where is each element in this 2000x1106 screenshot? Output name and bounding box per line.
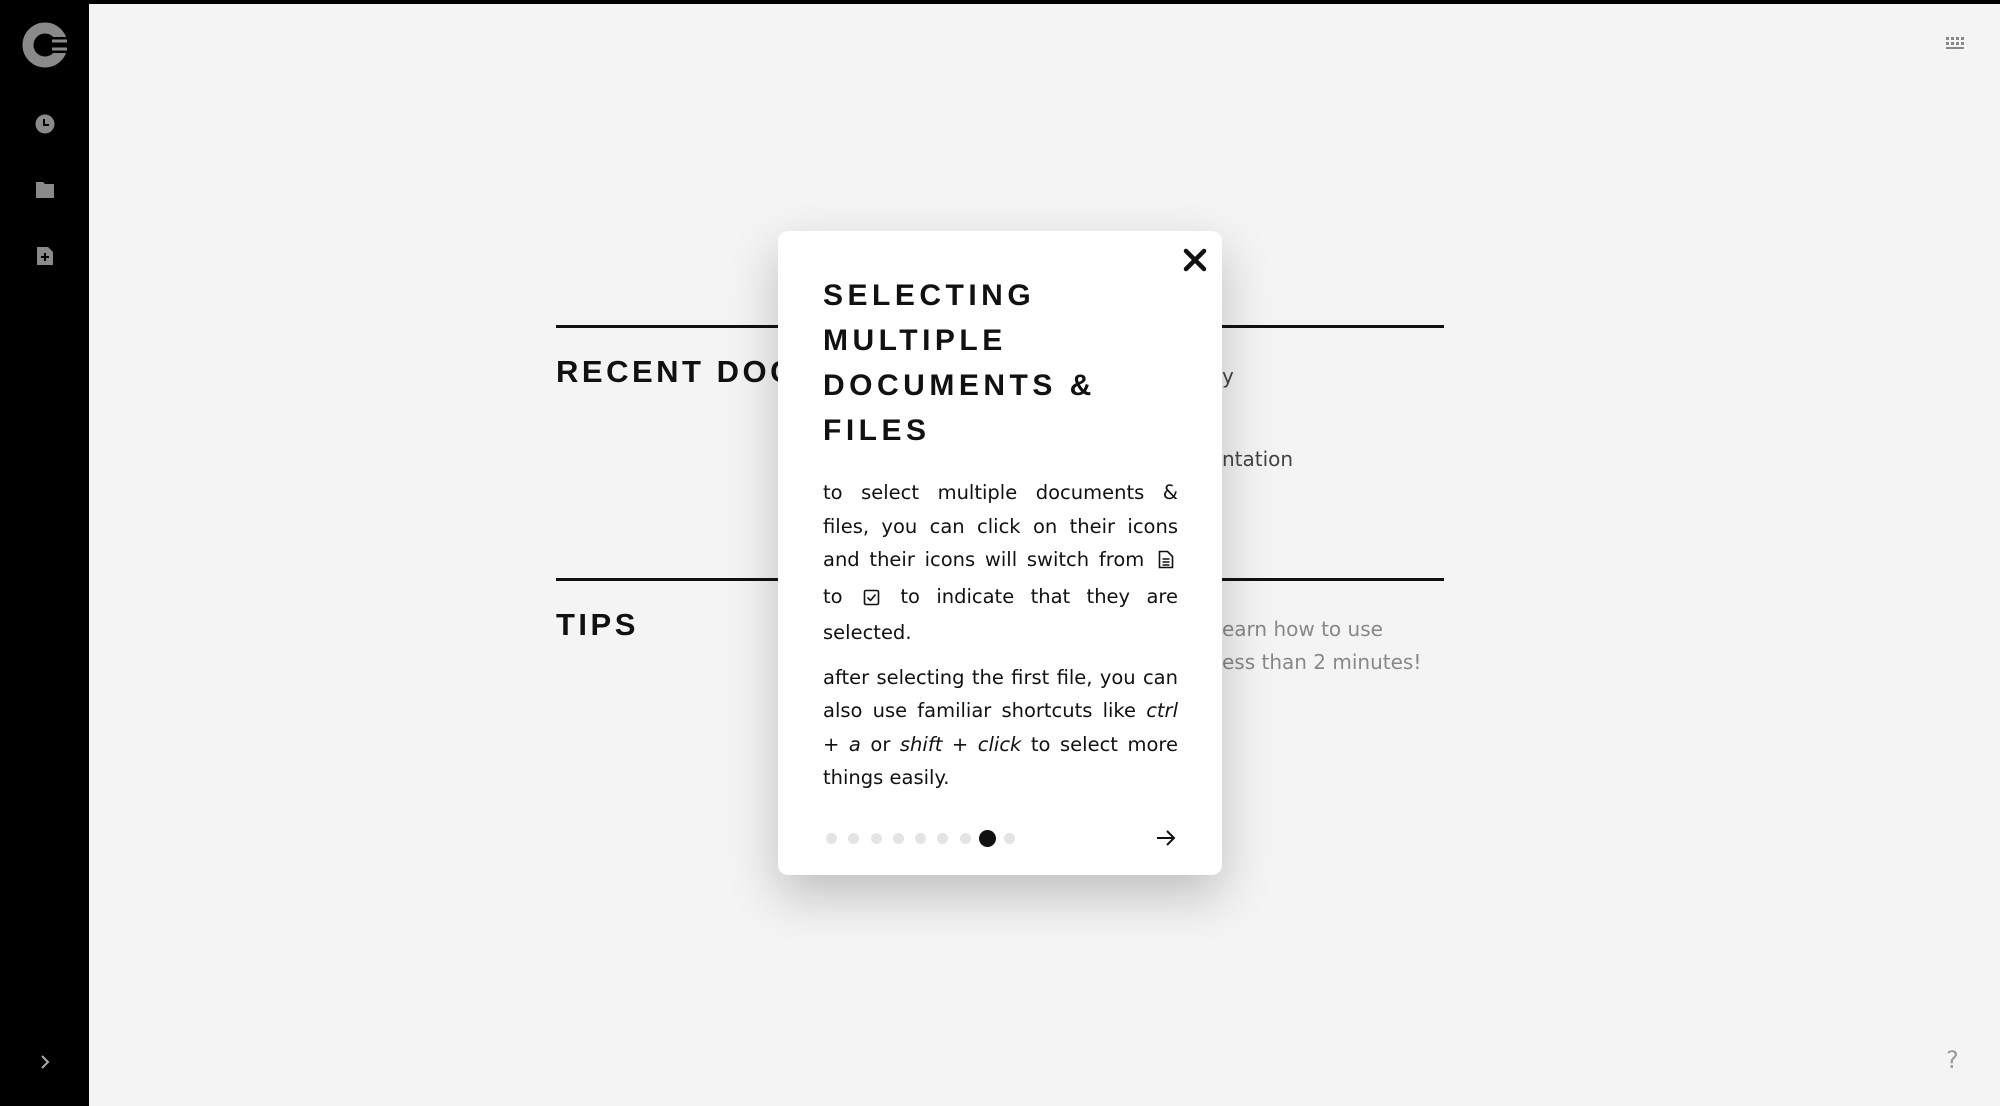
clock-icon[interactable]: [0, 112, 89, 136]
pagination-dot[interactable]: [915, 832, 927, 844]
keyboard-icon[interactable]: [1944, 36, 1966, 56]
pagination-dots: [826, 828, 1026, 848]
recent-document-item[interactable]: ntation: [1222, 443, 1293, 476]
pagination-dot[interactable]: [848, 832, 860, 844]
text: to: [823, 584, 843, 608]
tip-modal: SELECTING MULTIPLE DOCUMENTS & FILES to …: [778, 231, 1222, 875]
tips-text: ess than 2 minutes!: [1222, 650, 1422, 674]
paragraph: after selecting the first file, you can …: [823, 661, 1178, 795]
chevron-right-icon[interactable]: [0, 1050, 89, 1074]
text: to select multiple documents & files, yo…: [823, 481, 1178, 571]
top-bar: [0, 0, 2000, 4]
checkbox-checked-icon: [863, 583, 880, 617]
pagination-dot[interactable]: [870, 832, 882, 844]
pagination-dot-active[interactable]: [979, 829, 997, 847]
text: or: [870, 732, 891, 756]
help-button[interactable]: ?: [1946, 1046, 1959, 1074]
paragraph: to select multiple documents & files, yo…: [823, 476, 1178, 650]
text: after selecting the first file, you can …: [823, 665, 1178, 723]
tips-text: earn how to use: [1222, 617, 1383, 641]
sidebar: [0, 0, 89, 1106]
document-icon: [1158, 546, 1174, 580]
new-document-icon[interactable]: [0, 244, 89, 268]
pagination-dot[interactable]: [937, 832, 949, 844]
pagination-dot[interactable]: [892, 832, 904, 844]
pagination-dot[interactable]: [826, 832, 837, 844]
close-icon: [1183, 248, 1207, 272]
shortcut: shift + click: [899, 732, 1022, 756]
pagination-dot[interactable]: [959, 832, 971, 844]
close-button[interactable]: [1180, 245, 1210, 275]
modal-body: to select multiple documents & files, yo…: [823, 476, 1178, 806]
pagination-dot[interactable]: [1004, 832, 1016, 844]
next-button[interactable]: [1153, 825, 1179, 851]
arrow-right-icon: [1157, 830, 1176, 846]
modal-title: SELECTING MULTIPLE DOCUMENTS & FILES: [823, 279, 1096, 447]
recent-document-item[interactable]: y: [1222, 360, 1234, 393]
tips-heading: TIPS: [556, 607, 639, 642]
brand-logo[interactable]: [0, 20, 89, 70]
folder-icon[interactable]: [0, 178, 89, 202]
